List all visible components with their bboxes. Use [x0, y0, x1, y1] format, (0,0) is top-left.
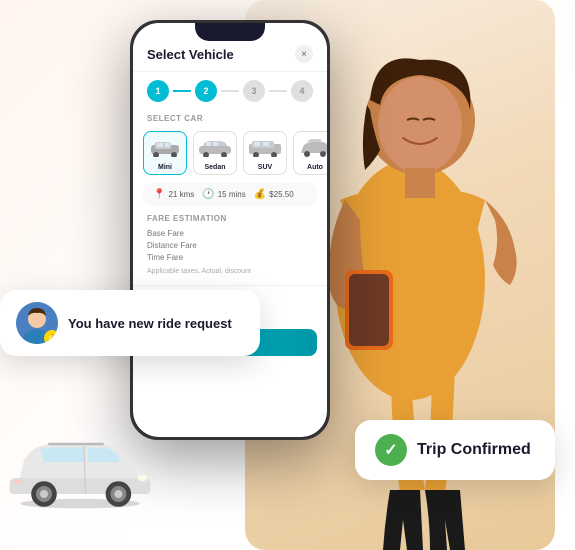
trip-stats: 📍 21 kms 🕐 15 mins 💰 $25.50 [143, 183, 317, 206]
sedan-car-icon [197, 137, 233, 157]
fare-row-base: Base Fare [147, 227, 313, 239]
auto-car-name: Auto [297, 164, 327, 171]
trip-confirmed-text: Trip Confirmed [417, 441, 531, 459]
time-stat: 🕐 15 mins [202, 189, 245, 200]
base-fare-label: Base Fare [147, 229, 184, 238]
step-4[interactable]: 4 [291, 80, 313, 102]
price-stat: 💰 $25.50 [254, 189, 294, 200]
sedan-car-name: Sedan [197, 164, 233, 171]
price-value: $25.50 [269, 190, 293, 199]
notification-text: You have new ride request [68, 316, 232, 331]
phone-mockup: Select Vehicle × 1 2 3 4 SELECT CAR [130, 20, 330, 440]
trip-confirmed-card: ✓ Trip Confirmed [355, 420, 555, 480]
suv-car-name: SUV [247, 164, 283, 171]
suv-car-icon [247, 137, 283, 157]
step-2[interactable]: 2 [195, 80, 217, 102]
notification-card: 🔔 You have new ride request [0, 290, 260, 356]
check-circle: ✓ [375, 434, 407, 466]
phone-screen: Select Vehicle × 1 2 3 4 SELECT CAR [133, 23, 327, 437]
mini-car-icon [147, 137, 183, 157]
step-line-3 [269, 90, 287, 92]
time-fare-label: Time Fare [147, 253, 183, 262]
notification-bell: 🔔 [44, 330, 58, 344]
fare-row-time: Time Fare [147, 251, 313, 263]
steps-bar: 1 2 3 4 [133, 72, 327, 110]
car-suv[interactable]: SUV [243, 131, 287, 175]
white-car-svg [0, 425, 160, 515]
auto-car-icon [297, 137, 327, 157]
notif-avatar: 🔔 [16, 302, 58, 344]
step-line-1 [173, 90, 191, 92]
fare-section: FARE ESTIMATION Base Fare Distance Fare … [133, 210, 327, 285]
step-3[interactable]: 3 [243, 80, 265, 102]
close-button[interactable]: × [295, 45, 313, 63]
car-sedan[interactable]: Sedan [193, 131, 237, 175]
fare-description: Applicable taxes, Actual, discount [147, 263, 313, 281]
distance-stat: 📍 21 kms [153, 189, 194, 200]
distance-value: 21 kms [168, 190, 194, 199]
step-line-2 [221, 90, 239, 92]
step-1[interactable]: 1 [147, 80, 169, 102]
app-title: Select Vehicle [147, 47, 234, 62]
phone-notch [195, 23, 265, 41]
car-image [0, 425, 160, 520]
car-options: Mini Sedan [133, 127, 327, 179]
distance-icon: 📍 [153, 189, 165, 200]
fare-title: FARE ESTIMATION [147, 214, 313, 223]
car-auto[interactable]: Auto [293, 131, 327, 175]
car-mini[interactable]: Mini [143, 131, 187, 175]
time-value: 15 mins [218, 190, 246, 199]
clock-icon: 🕐 [202, 189, 214, 200]
distance-fare-label: Distance Fare [147, 241, 197, 250]
select-car-label: SELECT CAR [133, 110, 327, 127]
money-icon: 💰 [254, 189, 266, 200]
mini-car-name: Mini [147, 164, 183, 171]
fare-row-distance: Distance Fare [147, 239, 313, 251]
check-icon: ✓ [384, 440, 397, 460]
close-icon: × [301, 49, 307, 60]
